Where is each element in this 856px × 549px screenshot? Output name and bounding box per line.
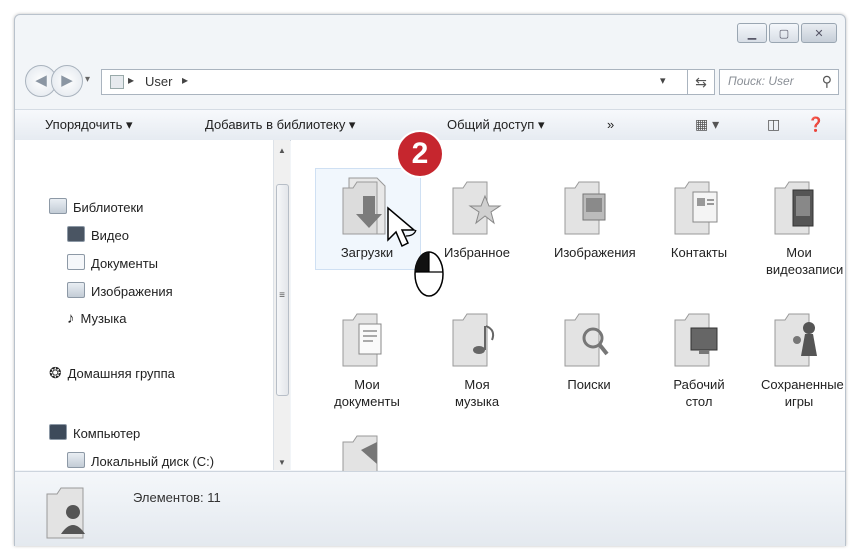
computer-icon — [49, 424, 67, 440]
user-folder-icon — [110, 75, 124, 89]
folder-item[interactable] — [315, 432, 419, 472]
pictures-library-icon — [67, 282, 85, 298]
breadcrumb-chevron-icon[interactable]: ▸ — [128, 73, 134, 87]
nav-item-music[interactable]: ♪ Музыка — [67, 310, 126, 327]
forward-button[interactable]: ▶ — [51, 65, 83, 97]
close-button[interactable]: ✕ — [801, 23, 837, 43]
folder-item[interactable]: Изображения — [537, 174, 641, 261]
nav-item-pictures[interactable]: Изображения — [67, 282, 173, 299]
forward-arrow-icon: ▶ — [61, 72, 73, 89]
preview-pane-icon[interactable]: ◫ — [767, 116, 780, 133]
folder-item[interactable]: Сохраненные игры — [747, 306, 851, 410]
add-to-library-menu[interactable]: Добавить в библиотеку ▾ — [205, 117, 355, 133]
search-icon[interactable]: ⚲ — [822, 73, 832, 90]
saved-games-folder-icon — [774, 313, 817, 367]
nav-scrollbar[interactable]: ▲ ≡ ▼ — [273, 140, 290, 470]
folder-item[interactable]: Поиски — [537, 306, 641, 393]
breadcrumb-user[interactable]: User — [145, 74, 172, 89]
minimize-icon: ▁ — [747, 27, 757, 40]
nav-item-video[interactable]: Видео — [67, 226, 129, 243]
links-folder-icon — [342, 435, 378, 472]
address-bar[interactable]: ▸ User ▸ ▾ — [101, 69, 688, 95]
navigation-pane: Библиотеки Видео Документы Изображения ♪… — [15, 140, 290, 470]
contacts-folder-icon — [674, 181, 718, 235]
details-pane: Элементов: 11 — [15, 471, 845, 546]
mouse-cursor-icon — [387, 206, 417, 248]
maximize-button[interactable]: ▢ — [769, 23, 799, 43]
search-input[interactable]: Поиск: User — [728, 74, 794, 88]
close-icon: ✕ — [814, 27, 824, 40]
nav-item-libraries[interactable]: Библиотеки — [49, 198, 143, 215]
libraries-icon — [49, 198, 67, 214]
address-dropdown-icon[interactable]: ▾ — [660, 74, 666, 87]
user-folder-large-icon — [46, 487, 85, 539]
item-count: Элементов: 11 — [133, 490, 221, 505]
refresh-icon: ⇆ — [695, 74, 707, 90]
maximize-icon: ▢ — [778, 27, 790, 40]
homegroup-icon: ❂ — [49, 365, 62, 382]
refresh-button[interactable]: ⇆ — [687, 69, 715, 95]
pictures-folder-icon — [564, 181, 606, 235]
minimize-button[interactable]: ▁ — [737, 23, 767, 43]
recent-pages-dropdown[interactable]: ▾ — [85, 74, 90, 85]
documents-folder-icon — [342, 313, 382, 367]
folder-item[interactable]: Рабочий стол — [647, 306, 751, 410]
video-library-icon — [67, 226, 85, 242]
documents-library-icon — [67, 254, 85, 270]
favorites-folder-icon — [452, 181, 502, 235]
music-library-icon: ♪ — [67, 310, 75, 327]
search-box[interactable]: Поиск: User ⚲ — [719, 69, 839, 95]
step-number-badge: 2 — [398, 132, 442, 176]
more-commands[interactable]: » — [607, 117, 614, 132]
nav-item-documents[interactable]: Документы — [67, 254, 158, 271]
caption-buttons: ▁ ▢ ✕ — [737, 23, 837, 43]
help-icon[interactable]: ❓ — [807, 116, 824, 133]
breadcrumb-chevron-icon[interactable]: ▸ — [182, 73, 188, 87]
file-list: Загрузки Избранное Изображения Контакты … — [291, 140, 845, 472]
share-menu[interactable]: Общий доступ ▾ — [447, 117, 544, 133]
folder-item[interactable]: Моя музыка — [425, 306, 529, 410]
scroll-grip-icon: ≡ — [279, 290, 285, 301]
nav-item-computer[interactable]: Компьютер — [49, 424, 140, 441]
left-click-mouse-icon — [414, 251, 444, 297]
nav-item-local-disk[interactable]: Локальный диск (C:) — [67, 452, 214, 469]
organize-menu[interactable]: Упорядочить ▾ — [45, 117, 133, 133]
nav-item-homegroup[interactable]: ❂ Домашняя группа — [49, 364, 175, 382]
folder-item[interactable]: Мои документы — [315, 306, 419, 410]
searches-folder-icon — [564, 313, 609, 367]
music-folder-icon — [452, 313, 495, 367]
folder-item[interactable]: Контакты — [647, 174, 751, 261]
view-options-icon[interactable]: ▦ ▾ — [695, 116, 719, 133]
scroll-down-icon[interactable]: ▼ — [274, 458, 290, 467]
videos-folder-icon — [774, 181, 814, 235]
folder-item[interactable]: Мои видеозаписи — [747, 174, 851, 278]
scroll-up-icon[interactable]: ▲ — [274, 146, 290, 155]
address-row: ◀ ▶ ▾ ▸ User ▸ ▾ ⇆ Поиск: User ⚲ — [25, 63, 839, 99]
desktop-folder-icon — [674, 313, 718, 367]
hard-disk-icon — [67, 452, 85, 468]
